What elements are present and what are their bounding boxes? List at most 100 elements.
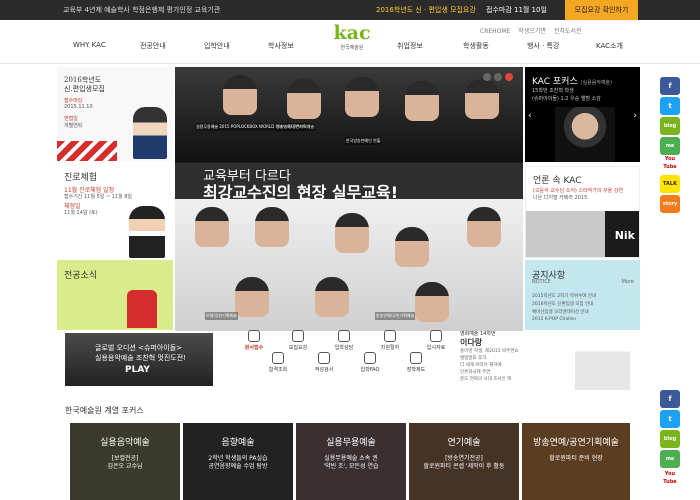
quicklink-apply[interactable]: 원서접수 — [234, 330, 274, 351]
press-card[interactable]: 언론 속 KAC (오윤석 교수님 소식) 스타작가의 꾸울 강연 나은 디지털… — [525, 166, 640, 258]
kakaostory-icon[interactable]: story — [660, 195, 680, 213]
notice-item[interactable]: 2015학년도 2학기 학위수여 안내 — [532, 293, 596, 299]
play-button[interactable]: PLAY — [125, 365, 150, 375]
apply-guide-button[interactable]: 모집요강 확인하기 — [565, 0, 638, 20]
professor-photo — [195, 207, 229, 247]
experience-card[interactable]: 진로체험 11월 진로체험 일정 접수기간 11월 5일 ~ 11월 8일 체험… — [57, 166, 173, 258]
nav-events[interactable]: 행사 · 특강 — [527, 41, 559, 51]
major-tile[interactable]: 실용음악예술 [보컬전공] 김은오 교수님 — [70, 423, 180, 500]
banner-caption: 보컬/공연기획예술 — [205, 312, 238, 320]
quicklink-label: 적성검사 — [314, 367, 334, 373]
facebook-icon[interactable]: f — [660, 77, 680, 95]
notice-item[interactable]: 2015 K-POP Challen — [532, 317, 576, 322]
major-tile[interactable]: 방송연예/공연기획예술 할로윈파티 준비 현장 — [522, 423, 630, 500]
quicklink-counsel[interactable]: 입학상담 — [324, 330, 364, 351]
experience-title: 진로체험 — [64, 173, 98, 183]
admission-card[interactable]: 2016학년도 신.편입생모집 접수마감 2015.11.10 면접일 개별연락 — [57, 67, 173, 161]
receipt-date: 2015.11.10 — [64, 104, 93, 110]
tile-title: 방송연예/공연기획예술 — [533, 438, 619, 448]
utility-links: CREHOME 학생으기면 전자도서관 — [480, 26, 587, 35]
receipt-label: 접수마감 — [64, 98, 83, 104]
press-title: 언론 속 KAC — [533, 176, 582, 186]
next-arrow-icon[interactable]: › — [633, 111, 637, 121]
quicklink-result[interactable]: 합격조회 — [258, 352, 298, 373]
utility-link[interactable]: 학생으기면 — [518, 28, 546, 35]
utility-link[interactable]: CREHOME — [480, 28, 510, 35]
notice-item[interactable]: 2016학년도 신편입생 모집 안내 — [532, 301, 593, 307]
quicklink-label: 입학상담 — [334, 345, 354, 351]
quicklink-faq[interactable]: 입학FAQ — [350, 352, 390, 373]
slide-dot-active[interactable] — [505, 73, 513, 81]
interview-label: 면접일 — [64, 116, 78, 122]
major-news-title: 전공소식 — [64, 271, 98, 281]
professor-photo — [415, 282, 449, 322]
nav-student-life[interactable]: 학생활동 — [463, 41, 489, 51]
promo-video[interactable]: 글로벌 오디션 <슈퍼아이돌> 실용음악예술 조찬혁 멋진도전! PLAY — [65, 333, 213, 386]
nav-career[interactable]: 취업정보 — [397, 41, 423, 51]
slide-dot[interactable] — [483, 73, 491, 81]
major-tile[interactable]: 실용무용예술 실용무용예술 소속 권 '약빈 조', 모든성 연습 — [296, 423, 406, 500]
quicklink-label: 지원절차 — [380, 345, 400, 351]
prev-arrow-icon[interactable]: ‹ — [528, 111, 532, 121]
professor-photo — [335, 213, 369, 253]
notice-item[interactable]: 예비신입생 오리엔테이션 안내 — [532, 309, 589, 315]
student-news-line: 준도 연화의 사대 조서인 액 — [460, 377, 512, 382]
quicklink-label: 원서접수 — [244, 345, 264, 351]
promo-line: 글로벌 오디션 <슈퍼아이돌> — [95, 344, 183, 352]
kac-focus-sub: (슈퍼아이돌) 1.2 우승 앨범 소감 — [532, 96, 601, 102]
press-line: 나은 디지털 카메라 2015 — [533, 195, 588, 201]
quicklink-materials[interactable]: 입시자료 — [416, 330, 456, 351]
utility-link[interactable]: 전자도서관 — [554, 28, 582, 35]
major-news-card[interactable]: 전공소식 — [57, 260, 173, 330]
twitter-icon[interactable]: t — [660, 97, 680, 115]
nikon-logo: Nik — [614, 229, 635, 242]
experience-line: 11월 14일 (토) — [64, 210, 98, 216]
student-news[interactable]: 영화예술 14학번 이다랑 홍어영 학생, 제2015 박주연쇼 앨범발표 후하… — [460, 330, 540, 390]
nav-admission[interactable]: 입학안내 — [204, 41, 230, 51]
student-news-line: 인론화국제 주연 — [460, 370, 491, 375]
application-icon — [248, 330, 260, 342]
nav-majors[interactable]: 전공안내 — [140, 41, 166, 51]
blog-icon[interactable]: blog — [660, 430, 680, 448]
youtube-icon[interactable]: You Tube — [660, 155, 680, 173]
tile-line: 할로윈파티 콘셉 '제작이 후 활동 — [423, 463, 505, 470]
quicklink-scholarship[interactable]: 장학제도 — [396, 352, 436, 373]
quicklink-aptitude[interactable]: 적성검사 — [304, 352, 344, 373]
materials-icon — [430, 330, 442, 342]
tile-line: 할로윈파티 준비 현장 — [549, 455, 603, 462]
nav-academics[interactable]: 학사정보 — [268, 41, 294, 51]
kakaotalk-icon[interactable]: TALK — [660, 175, 680, 193]
major-tile[interactable]: 음향예술 2학년 학생들의 PA실습 공연음향예술 수업 탐방 — [183, 423, 293, 500]
counsel-icon — [338, 330, 350, 342]
top-bar: 교육부 4년제 예술학사 학점은행제 평가인정 교육기관 2016학년도 신 ·… — [0, 0, 700, 20]
me2day-icon[interactable]: me — [660, 137, 680, 155]
kac-focus-card[interactable]: KAC 포커스 (실용음악예술) 15학번 조찬혁 학생 (슈퍼아이돌) 1.2… — [525, 67, 640, 162]
major-tile[interactable]: 연기예술 [방송연기전공] 할로윈파티 콘셉 '제작이 후 활동 — [409, 423, 519, 500]
professor-photo — [395, 227, 429, 267]
facebook-icon[interactable]: f — [660, 390, 680, 408]
nav-about[interactable]: KAC소개 — [596, 41, 623, 51]
tile-title: 실용음악예술 — [100, 438, 150, 448]
twitter-icon[interactable]: t — [660, 410, 680, 428]
youtube-icon[interactable]: You Tube — [660, 470, 680, 488]
quicklink-label: 합격조회 — [268, 367, 288, 373]
quicklink-guide[interactable]: 모집요강 — [278, 330, 318, 351]
nav-why-kac[interactable]: WHY KAC — [73, 41, 106, 49]
quicklink-procedure[interactable]: 지원절차 — [370, 330, 410, 351]
slide-dot[interactable] — [494, 73, 502, 81]
me2day-icon[interactable]: me — [660, 450, 680, 468]
banner-caption: 한국방송연예인 연출 — [345, 137, 382, 145]
slide-indicators — [480, 73, 513, 83]
student-news-line: 앨범발표 후하 — [460, 356, 487, 361]
student-name: 이다랑 — [460, 338, 483, 347]
student-news-line: 더 세계 커리어 재하애 — [460, 363, 502, 368]
student-photo — [555, 107, 615, 162]
faq-icon — [364, 352, 376, 364]
admission-title: 신.편입생모집 — [64, 85, 105, 93]
blog-icon[interactable]: blog — [660, 117, 680, 135]
procedure-icon — [384, 330, 396, 342]
notice-more-link[interactable]: More — [622, 279, 634, 285]
deadline-text: 접수마감 11월 10일 — [486, 6, 547, 14]
admission-guide-link[interactable]: 2016학년도 신 · 편입생 모집요강 — [376, 5, 476, 15]
hero-banner[interactable]: 실용무용예술 2015 POPLOCKBOX WORLD FINAL POPPI… — [175, 67, 523, 331]
